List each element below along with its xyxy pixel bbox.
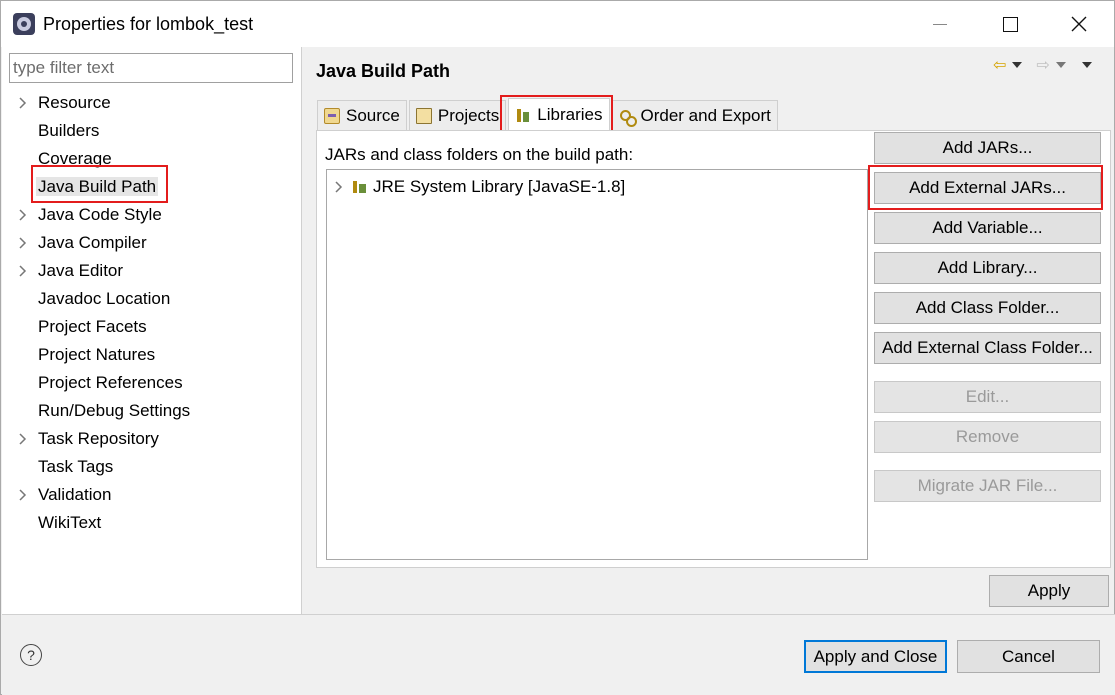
add-library-button[interactable]: Add Library...: [874, 252, 1101, 284]
java-build-path-page: Java Build Path ⇦ ⇨ Source Projects Libr…: [303, 47, 1114, 614]
tree-item-label: Resource: [38, 93, 111, 112]
edit-button[interactable]: Edit...: [874, 381, 1101, 413]
tree-item-label: Java Build Path: [36, 177, 159, 196]
title-bar: Properties for lombok_test: [1, 1, 1114, 47]
maximize-button[interactable]: [975, 1, 1045, 47]
chevron-right-icon[interactable]: [16, 425, 30, 453]
tree-item-resource[interactable]: Resource: [2, 89, 302, 117]
tab-label: Libraries: [537, 104, 603, 124]
chevron-right-icon[interactable]: [16, 257, 30, 285]
tree-item-java-code-style[interactable]: Java Code Style: [2, 201, 302, 229]
tree-item-project-facets[interactable]: Project Facets: [2, 313, 302, 341]
tree-item-label: Java Editor: [38, 261, 124, 280]
chevron-right-icon[interactable]: [16, 201, 30, 229]
tree-item-label: Task Tags: [38, 457, 114, 476]
apply-and-close-button[interactable]: Apply and Close: [804, 640, 947, 673]
libraries-tab-content: JARs and class folders on the build path…: [316, 130, 1111, 568]
tree-item-javadoc-location[interactable]: Javadoc Location: [2, 285, 302, 313]
build-path-label: JARs and class folders on the build path…: [325, 145, 634, 164]
tree-item-validation[interactable]: Validation: [2, 481, 302, 509]
page-title: Java Build Path: [316, 61, 451, 81]
tree-item-label: Coverage: [38, 149, 112, 168]
libraries-icon: [515, 107, 531, 123]
add-class-folder-button[interactable]: Add Class Folder...: [874, 292, 1101, 324]
tab-label: Source: [346, 105, 400, 125]
tree-item-java-editor[interactable]: Java Editor: [2, 257, 302, 285]
tree-item-run-debug-settings[interactable]: Run/Debug Settings: [2, 397, 302, 425]
tree-item-label: WikiText: [38, 513, 102, 532]
tree-item-label: Validation: [38, 485, 112, 504]
chevron-right-icon[interactable]: [16, 481, 30, 509]
build-path-tabs: Source Projects Libraries Order and Expo…: [317, 98, 780, 130]
chevron-right-icon[interactable]: [16, 229, 30, 257]
tree-item-label: Javadoc Location: [38, 289, 171, 308]
add-external-jars-button[interactable]: Add External JARs...: [874, 172, 1101, 204]
property-pages-panel: Resource Builders Coverage Java Build Pa…: [2, 47, 302, 614]
minimize-button[interactable]: [905, 1, 975, 47]
chevron-right-icon[interactable]: [16, 89, 30, 117]
tree-item-label: Project Facets: [38, 317, 147, 336]
tab-order-and-export[interactable]: Order and Export: [611, 100, 778, 130]
add-external-class-folder-button[interactable]: Add External Class Folder...: [874, 332, 1101, 364]
remove-button[interactable]: Remove: [874, 421, 1101, 453]
eclipse-app-icon: [13, 13, 35, 35]
migrate-jar-file-button[interactable]: Migrate JAR File...: [874, 470, 1101, 502]
tree-item-coverage[interactable]: Coverage: [2, 145, 302, 173]
tree-item-project-references[interactable]: Project References: [2, 369, 302, 397]
tree-item-label: Project Natures: [38, 345, 156, 364]
back-dropdown-icon[interactable]: [1012, 62, 1023, 68]
window-title: Properties for lombok_test: [43, 14, 254, 34]
help-icon[interactable]: ?: [20, 644, 42, 666]
tab-projects[interactable]: Projects: [408, 100, 507, 130]
property-pages-tree: Resource Builders Coverage Java Build Pa…: [2, 89, 302, 537]
tree-item-java-compiler[interactable]: Java Compiler: [2, 229, 302, 257]
tree-item-label: Project References: [38, 373, 183, 392]
add-variable-button[interactable]: Add Variable...: [874, 212, 1101, 244]
properties-dialog: Properties for lombok_test Resource Buil…: [0, 0, 1115, 695]
forward-dropdown-icon[interactable]: [1055, 62, 1066, 68]
tree-item-label: Java Compiler: [38, 233, 147, 252]
forward-arrow-icon[interactable]: ⇨: [1036, 55, 1049, 75]
tree-item-java-build-path[interactable]: Java Build Path: [2, 173, 302, 201]
tab-libraries[interactable]: Libraries: [508, 98, 610, 130]
chevron-right-icon[interactable]: [327, 181, 351, 193]
add-jars-button[interactable]: Add JARs...: [874, 132, 1101, 164]
tree-item-wikitext[interactable]: WikiText: [2, 509, 302, 537]
tree-item-label: Task Repository: [38, 429, 159, 448]
tab-source[interactable]: Source: [317, 100, 407, 130]
tree-item-label: Builders: [38, 121, 100, 140]
history-navigation: ⇦ ⇨: [993, 55, 1092, 75]
tab-label: Order and Export: [640, 105, 771, 125]
tab-label: Projects: [437, 105, 500, 125]
tree-item-label: Run/Debug Settings: [38, 401, 191, 420]
projects-folder-icon: [415, 107, 432, 124]
back-arrow-icon[interactable]: ⇦: [993, 55, 1006, 75]
minimize-icon: [933, 23, 947, 25]
view-menu-icon[interactable]: [1081, 62, 1092, 68]
cancel-button[interactable]: Cancel: [957, 640, 1100, 673]
source-folder-icon: [324, 107, 340, 124]
maximize-icon: [1002, 16, 1018, 32]
filter-input[interactable]: [9, 53, 293, 83]
tree-item-builders[interactable]: Builders: [2, 117, 302, 145]
close-icon: [1071, 16, 1087, 32]
apply-button[interactable]: Apply: [989, 575, 1109, 607]
library-label: JRE System Library [JavaSE-1.8]: [373, 177, 626, 196]
tree-item-project-natures[interactable]: Project Natures: [2, 341, 302, 369]
tree-item-label: Java Code Style: [38, 205, 162, 224]
tree-item-task-tags[interactable]: Task Tags: [2, 453, 302, 481]
tree-item-jre-system-library[interactable]: JRE System Library [JavaSE-1.8]: [327, 175, 625, 199]
dialog-footer: ? Apply and Close Cancel: [2, 614, 1115, 695]
library-icon: [351, 179, 369, 195]
close-button[interactable]: [1044, 1, 1114, 47]
libraries-tree[interactable]: JRE System Library [JavaSE-1.8]: [326, 169, 868, 560]
order-export-icon: [619, 108, 637, 127]
tree-item-task-repository[interactable]: Task Repository: [2, 425, 302, 453]
